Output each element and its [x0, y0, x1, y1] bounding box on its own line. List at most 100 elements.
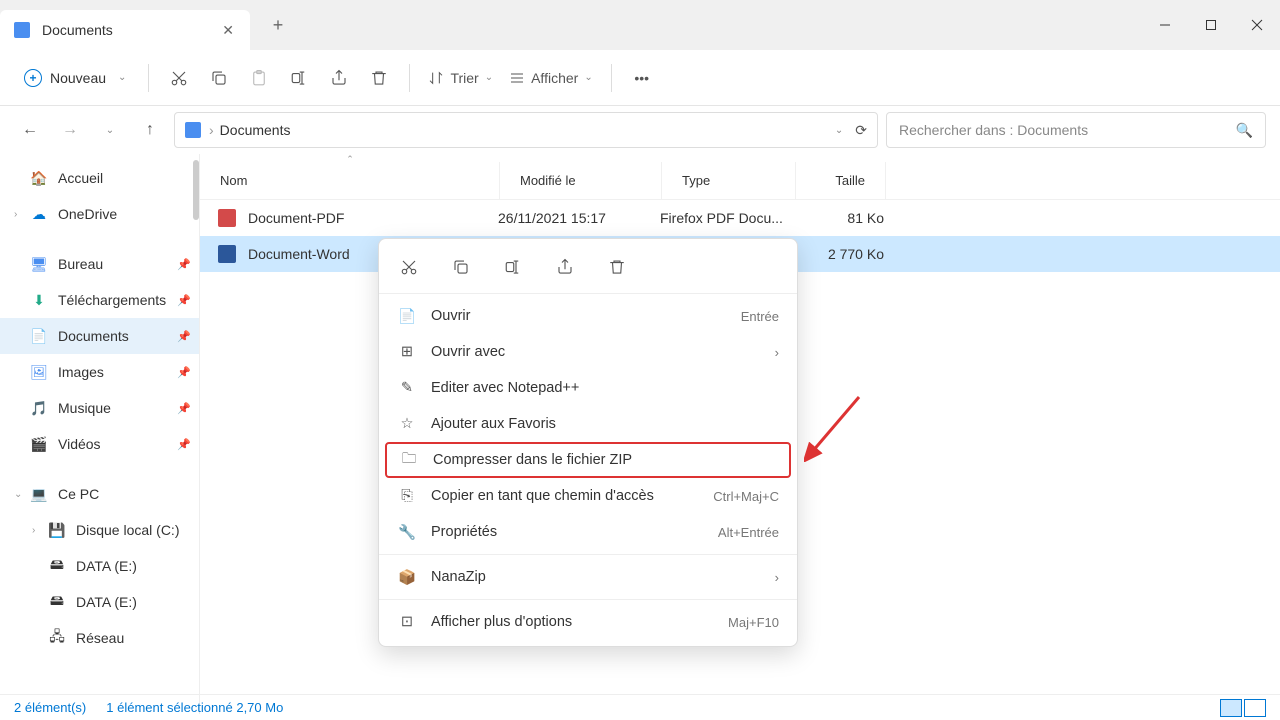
context-quick-actions: [379, 245, 797, 289]
sort-label: Trier: [450, 70, 478, 86]
rename-button[interactable]: [281, 60, 317, 96]
sidebar-item-thispc[interactable]: ⌄💻Ce PC: [0, 476, 199, 512]
sidebar-item-network[interactable]: 🖧Réseau: [0, 620, 199, 656]
sidebar-item-documents[interactable]: 📄Documents📌: [0, 318, 199, 354]
sidebar-item-music[interactable]: 🎵Musique📌: [0, 390, 199, 426]
maximize-button[interactable]: [1188, 5, 1234, 45]
context-notepad[interactable]: ✎Editer avec Notepad++: [379, 370, 797, 406]
col-name[interactable]: Nom: [200, 162, 500, 199]
chevron-right-icon: ›: [775, 345, 779, 360]
sidebar-item-data1[interactable]: 🖴DATA (E:): [0, 548, 199, 584]
drive-icon: 🖴: [48, 557, 66, 575]
sidebar-item-home[interactable]: 🏠Accueil: [0, 160, 199, 196]
documents-icon: [14, 22, 30, 38]
view-button[interactable]: Afficher ⌄: [503, 60, 599, 96]
scrollbar[interactable]: [193, 160, 199, 220]
search-placeholder: Rechercher dans : Documents: [899, 122, 1088, 138]
col-modified[interactable]: Modifié le: [500, 162, 662, 199]
refresh-icon[interactable]: ⟳: [855, 122, 867, 139]
view-label: Afficher: [531, 70, 578, 86]
context-open[interactable]: 📄OuvrirEntrée: [379, 298, 797, 334]
sidebar-item-videos[interactable]: 🎬Vidéos📌: [0, 426, 199, 462]
back-button[interactable]: ←: [14, 114, 46, 146]
new-tab-button[interactable]: +: [262, 9, 294, 41]
delete-button[interactable]: [361, 60, 397, 96]
network-icon: 🖧: [48, 629, 66, 647]
status-bar: 2 élément(s) 1 élément sélectionné 2,70 …: [0, 694, 1280, 720]
sidebar-item-onedrive[interactable]: ›☁OneDrive: [0, 196, 199, 232]
chevron-right-icon: ›: [209, 122, 214, 138]
edit-icon: ✎: [397, 380, 417, 396]
tab-documents[interactable]: Documents ✕: [0, 10, 250, 50]
sidebar-item-localdisk[interactable]: ›💾Disque local (C:): [0, 512, 199, 548]
openwith-icon: ⊞: [397, 344, 417, 360]
sidebar-item-images[interactable]: 🖼Images📌: [0, 354, 199, 390]
details-view-button[interactable]: [1220, 699, 1242, 717]
paste-button[interactable]: [241, 60, 277, 96]
separator: [379, 599, 797, 600]
pin-icon: 📌: [177, 330, 191, 343]
path-icon: ⎘: [397, 488, 417, 504]
window-controls: [1142, 5, 1280, 45]
drive-icon: 🖴: [48, 593, 66, 611]
address-path: Documents: [220, 122, 291, 138]
cut-button[interactable]: [161, 60, 197, 96]
file-row[interactable]: Document-PDF 26/11/2021 15:17 Firefox PD…: [200, 200, 1280, 236]
view-mode-toggles: [1220, 699, 1266, 717]
share-button[interactable]: [321, 60, 357, 96]
documents-icon: 📄: [30, 327, 48, 345]
context-nanazip[interactable]: 📦NanaZip›: [379, 559, 797, 595]
status-count: 2 élément(s): [14, 700, 86, 715]
delete-icon[interactable]: [607, 257, 627, 277]
grid-view-button[interactable]: [1244, 699, 1266, 717]
more-icon: ⊡: [397, 614, 417, 630]
sort-indicator: ⌃: [200, 154, 500, 162]
context-copypath[interactable]: ⎘Copier en tant que chemin d'accèsCtrl+M…: [379, 478, 797, 514]
address-bar[interactable]: › Documents ⌄ ⟳: [174, 112, 878, 148]
forward-button[interactable]: →: [54, 114, 86, 146]
sidebar-item-desktop[interactable]: 🖥Bureau📌: [0, 246, 199, 282]
column-headers: Nom Modifié le Type Taille: [200, 162, 1280, 200]
chevron-down-icon[interactable]: ⌄: [835, 125, 843, 136]
context-zip[interactable]: 🗀Compresser dans le fichier ZIP: [385, 442, 791, 478]
col-size[interactable]: Taille: [796, 162, 886, 199]
col-type[interactable]: Type: [662, 162, 796, 199]
chevron-down-icon: ⌄: [118, 72, 126, 83]
file-modified: 26/11/2021 15:17: [498, 210, 660, 226]
context-favorites[interactable]: ☆Ajouter aux Favoris: [379, 406, 797, 442]
search-input[interactable]: Rechercher dans : Documents 🔍: [886, 112, 1266, 148]
rename-icon[interactable]: [503, 257, 523, 277]
separator: [379, 554, 797, 555]
more-button[interactable]: •••: [624, 60, 660, 96]
plus-circle-icon: +: [24, 69, 42, 87]
pin-icon: 📌: [177, 402, 191, 415]
open-icon: 📄: [397, 308, 417, 325]
context-more[interactable]: ⊡Afficher plus d'optionsMaj+F10: [379, 604, 797, 640]
wrench-icon: 🔧: [397, 524, 417, 541]
disk-icon: 💾: [48, 521, 66, 539]
sidebar-item-data2[interactable]: 🖴DATA (E:): [0, 584, 199, 620]
title-bar: Documents ✕ +: [0, 0, 1280, 50]
close-tab-icon[interactable]: ✕: [216, 20, 240, 41]
new-button[interactable]: + Nouveau ⌄: [14, 60, 136, 96]
copy-button[interactable]: [201, 60, 237, 96]
sidebar: 🏠Accueil ›☁OneDrive 🖥Bureau📌 ⬇Télécharge…: [0, 154, 200, 714]
separator: [379, 293, 797, 294]
close-window-button[interactable]: [1234, 5, 1280, 45]
share-icon[interactable]: [555, 257, 575, 277]
download-icon: ⬇: [30, 291, 48, 309]
pin-icon: 📌: [177, 366, 191, 379]
context-openwith[interactable]: ⊞Ouvrir avec›: [379, 334, 797, 370]
pdf-icon: [218, 209, 236, 227]
context-properties[interactable]: 🔧PropriétésAlt+Entrée: [379, 514, 797, 550]
file-name: Document-PDF: [248, 210, 498, 226]
copy-icon[interactable]: [451, 257, 471, 277]
cut-icon[interactable]: [399, 257, 419, 277]
new-label: Nouveau: [50, 70, 106, 86]
star-icon: ☆: [397, 416, 417, 432]
minimize-button[interactable]: [1142, 5, 1188, 45]
recent-dropdown[interactable]: ⌄: [94, 114, 126, 146]
up-button[interactable]: ↑: [134, 114, 166, 146]
sort-button[interactable]: Trier ⌄: [422, 60, 499, 96]
sidebar-item-downloads[interactable]: ⬇Téléchargements📌: [0, 282, 199, 318]
